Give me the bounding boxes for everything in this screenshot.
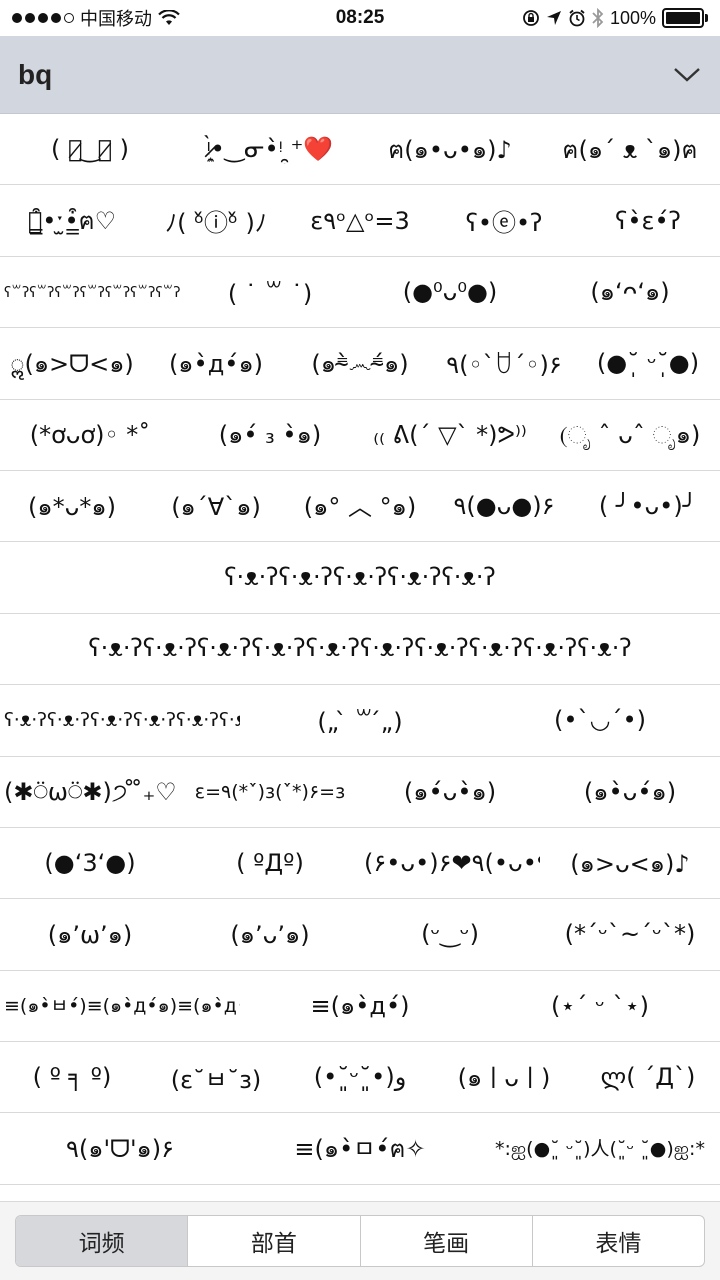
emoticon-grid: ( ꈨ̷ ͜ ꈨ̷ ) ᵎ̷̯͙̀•‿ᓂ•̀ᵎ ̯̩⁺❤️ ฅ(๑•ᴗ•๑)♪ ฅ(๑…	[0, 114, 720, 1201]
emoticon-candidate[interactable]: (๑•́ ₃ •̀๑)	[180, 415, 360, 454]
signal-strength-icon	[12, 13, 74, 23]
emoticon-candidate[interactable]: (●⁰ᴗ⁰●)	[360, 278, 540, 306]
rotation-lock-icon	[523, 10, 539, 26]
status-left: 中国移动	[12, 5, 180, 31]
emoticon-candidate[interactable]: (๑’ω’๑)	[0, 915, 180, 954]
emoticon-row: ʕ·ᴥ·ʔʕ·ᴥ·ʔʕ·ᴥ·ʔʕ·ᴥ·ʔʕ·ᴥ·ʔʕ·ᴥ·ʔʕ·ᴥ·ʔʕ·ᴥ·ʔ…	[0, 613, 720, 686]
emoticon-candidate[interactable]: ( º ╕ º)	[0, 1063, 144, 1091]
emoticon-candidate[interactable]: ( ºДº)	[180, 849, 360, 877]
emoticon-row: ʕ·ᴥ·ʔʕ·ᴥ·ʔʕ·ᴥ·ʔʕ·ᴥ·ʔʕ·ᴥ·ʔ	[0, 542, 720, 614]
emoticon-row: (๑’ω’๑) (๑’ᴗ’๑) (ᵕ‿ᵕ) (*ˊᵕˋ~ˊᵕˋ*)	[0, 899, 720, 971]
emoticon-candidate[interactable]: (๑´∀`๑)	[144, 487, 288, 526]
emoticon-candidate[interactable]: ﾉ( ᵒ̌ⓘᵒ̌ )ﾉ	[144, 203, 288, 238]
emoticon-row: ٩(๑'ᗜ'๑)۶ ≡(๑•̀ㅁ•́ฅ✧ *:ஐ(●˘͈ ᵕ˘͈)人(˘͈ᵕ ˘͈●…	[0, 1113, 720, 1185]
emoticon-candidate[interactable]: ʕ·ᴥ·ʔʕ·ᴥ·ʔʕ·ᴥ·ʔʕ·ᴥ·ʔʕ·ᴥ·ʔ	[0, 563, 720, 592]
emoticon-row: ฅ̳͒•ˑ̫•̳͒ฅ♡ ﾉ( ᵒ̌ⓘᵒ̌ )ﾉ ε٩ᵒ△ᵒ=3 ʕ•ⓔ•ʔ ʕ•̀ε•́…	[0, 185, 720, 257]
emoticon-candidate[interactable]: (๑*ᴗ*๑)	[0, 487, 144, 526]
emoticon-candidate[interactable]: ( ╯•ᴗ•)╯	[576, 492, 720, 520]
emoticon-candidate[interactable]: ʕ·ᴥ·ʔʕ·ᴥ·ʔʕ·ᴥ·ʔʕ·ᴥ·ʔʕ·ᴥ·ʔʕ·ᴥ·ʔʕ·ᴥ·ʔʕ·ᴥ·ʔ…	[0, 634, 720, 663]
emoticon-candidate[interactable]: („ ̀ ꒳ ́„)	[240, 704, 480, 736]
composing-text: bq	[18, 58, 53, 90]
emoticon-candidate[interactable]: (๑•̀д•́๑)	[144, 344, 288, 383]
emoticon-row: (*ơᴗơ)◦ *˚ (๑•́ ₃ •̀๑) ₍₍ ᕕ(´ ▽` *)ᕗ⁾⁾ (ೃ ˆ…	[0, 399, 720, 471]
emoticon-candidate[interactable]: ʕ•̀ε•́ʔ	[576, 207, 720, 235]
emoticon-candidate[interactable]: (✱⍥ω⍥✱)੭ ̊ ̊₊♡	[0, 778, 180, 806]
emoticon-candidate[interactable]: ʕ·ᴥ·ʔʕ·ᴥ·ʔʕ·ᴥ·ʔʕ·ᴥ·ʔʕ·ᴥ·ʔʕ·ᴥ·ʔ	[0, 709, 240, 732]
carrier-label: 中国移动	[80, 9, 152, 29]
tab-bar: 词频 部首 笔画 表情	[0, 1201, 720, 1280]
emoticon-row: ʕ꒳ʔʕ꒳ʔʕ꒳ʔʕ꒳ʔʕ꒳ʔʕ꒳ʔʕ꒳ʔ( ˙ ꒳ ˙) (●⁰ᴗ⁰●) (๑‘ᴖ…	[0, 256, 720, 329]
emoticon-candidate[interactable]: (๑⁼̴̀෴⁼̴́๑)	[288, 344, 432, 383]
emoticon-row: ॢ(๑>ᗜ<๑) (๑•̀д•́๑) (๑⁼̴̀෴⁼̴́๑) ٩(◦`ꇴ´◦)۶ (●˘…	[0, 328, 720, 400]
emoticon-candidate[interactable]: (ε˘ㅂ˘з)	[144, 1060, 288, 1095]
emoticon-candidate[interactable]: (๑•́ᴗ•̀๑)	[360, 772, 540, 811]
battery-icon	[662, 8, 708, 28]
emoticon-candidate[interactable]: (๑‘ᴖ‘๑)	[540, 272, 720, 311]
emoticon-candidate[interactable]: (๑ㅣᴗㅣ)	[432, 1058, 576, 1097]
emoticon-candidate[interactable]: *:ஐ(●˘͈ ᵕ˘͈)人(˘͈ᵕ ˘͈●)ஐ:*	[480, 1134, 720, 1163]
collapse-button[interactable]	[672, 60, 702, 90]
bluetooth-icon	[592, 8, 604, 28]
emoticon-candidate[interactable]: ε=٩(*´̀)з(´̀*)۶=з	[180, 781, 360, 803]
tab-0[interactable]: 词频	[16, 1216, 189, 1266]
emoticon-candidate[interactable]: ≡(๑•̀д•́)	[240, 986, 480, 1025]
emoticon-candidate[interactable]: ٩(●ᴗ●)۶	[432, 492, 576, 520]
emoticon-candidate[interactable]: (๑’ᴗ’๑)	[180, 915, 360, 954]
tab-1[interactable]: 部首	[188, 1216, 361, 1266]
emoticon-candidate[interactable]: (ᵕ‿ᵕ)	[360, 920, 540, 948]
emoticon-row: (๑*ᴗ*๑) (๑´∀`๑) (๑° ︿ °๑) ٩(●ᴗ●)۶( ╯•ᴗ•)╯	[0, 470, 720, 543]
alarm-icon	[569, 9, 585, 27]
emoticon-candidate[interactable]: ฅ̳͒•ˑ̫•̳͒ฅ♡	[0, 201, 144, 240]
emoticon-candidate[interactable]: ʕ꒳ʔʕ꒳ʔʕ꒳ʔʕ꒳ʔʕ꒳ʔʕ꒳ʔʕ꒳ʔ	[0, 283, 180, 301]
status-right: 100%	[522, 8, 708, 29]
emoticon-candidate[interactable]: ᵎ̷̯͙̀•‿ᓂ•̀ᵎ ̯̩⁺❤️	[180, 135, 360, 164]
emoticon-row: ( º ╕ º) (ε˘ㅂ˘з) (•˘͈ᵕ˘͈•)و (๑ㅣᴗㅣ) ლ( ´Д`)	[0, 1042, 720, 1114]
emoticon-row: ʕ·ᴥ·ʔʕ·ᴥ·ʔʕ·ᴥ·ʔʕ·ᴥ·ʔʕ·ᴥ·ʔʕ·ᴥ·ʔ („ ̀ ꒳ ́„)…	[0, 685, 720, 757]
tab-3[interactable]: 表情	[533, 1216, 704, 1266]
emoticon-candidate[interactable]: (๑° ︿ °๑)	[288, 487, 432, 526]
input-header: bq	[0, 36, 720, 114]
location-icon	[546, 11, 561, 25]
emoticon-candidate[interactable]: (๑>ᴗ<๑)♪	[540, 844, 720, 883]
emoticon-candidate[interactable]: ʕ•ⓔ•ʔ	[432, 203, 576, 238]
emoticon-candidate[interactable]: ฅ(๑ˊ ᴥ ˋ๑)ฅ	[540, 130, 720, 169]
emoticon-candidate[interactable]: ٩(๑'ᗜ'๑)۶	[0, 1129, 240, 1168]
emoticon-candidate[interactable]: (*ˊᵕˋ~ˊᵕˋ*)	[540, 920, 720, 948]
emoticon-candidate[interactable]: (●‘3‘●)	[0, 849, 180, 877]
emoticon-candidate[interactable]: (●˘̩̩̩̩͈ ᵕ˘̩̩̩̩͈●)	[576, 349, 720, 377]
battery-percent: 100%	[609, 7, 656, 28]
emoticon-candidate[interactable]: (ೃ ˆ ᴗˆ ೃ๑)	[540, 415, 720, 454]
emoticon-candidate[interactable]: (•`◡´•)	[480, 706, 720, 734]
emoticon-candidate[interactable]: ₍₍ ᕕ(´ ▽` *)ᕗ⁾⁾	[360, 421, 540, 449]
emoticon-candidate[interactable]: ≡(๑•̀ㅁ•́ฅ✧	[240, 1129, 480, 1168]
emoticon-candidate[interactable]: ლ( ´Д`)	[576, 1063, 720, 1091]
emoticon-candidate[interactable]: (*ơᴗơ)◦ *˚	[0, 421, 180, 449]
tab-group: 词频 部首 笔画 表情	[15, 1215, 705, 1267]
emoticon-row: (●‘3‘●)( ºДº)(۶•ᴗ•)۶❤٩(•ᴗ•٩)(๑>ᴗ<๑)♪	[0, 827, 720, 900]
emoticon-candidate[interactable]: ≡(๑•̀ㅂ•́)≡(๑•̀д•́๑)≡(๑•̀д•́	[0, 991, 240, 1021]
chevron-down-icon	[674, 67, 700, 82]
emoticon-row: (✱⍥ω⍥✱)੭ ̊ ̊₊♡ ε=٩(*´̀)з(´̀*)۶=з (๑•́ᴗ•̀๑)…	[0, 756, 720, 828]
emoticon-row: ( ꈨ̷ ͜ ꈨ̷ ) ᵎ̷̯͙̀•‿ᓂ•̀ᵎ ̯̩⁺❤️ ฅ(๑•ᴗ•๑)♪ ฅ(๑…	[0, 114, 720, 186]
emoticon-candidate[interactable]: ฅ(๑•ᴗ•๑)♪	[360, 130, 540, 169]
emoticon-candidate[interactable]: ॢ(๑>ᗜ<๑)	[0, 344, 144, 383]
emoticon-candidate[interactable]: ( ꈨ̷ ͜ ꈨ̷ )	[0, 135, 180, 163]
emoticon-candidate[interactable]: ( ˙ ꒳ ˙)	[180, 276, 360, 308]
emoticon-candidate[interactable]: (۶•ᴗ•)۶❤٩(•ᴗ•٩)	[360, 849, 540, 877]
tab-2[interactable]: 笔画	[361, 1216, 533, 1266]
emoticon-candidate[interactable]: (•˘͈ᵕ˘͈•)و	[288, 1063, 432, 1091]
emoticon-candidate[interactable]: ε٩ᵒ△ᵒ=3	[288, 207, 432, 235]
wifi-icon	[158, 10, 180, 25]
status-bar: 中国移动 08:25 100%	[0, 0, 720, 36]
emoticon-row: ≡(๑•̀ㅂ•́)≡(๑•̀д•́๑)≡(๑•̀д•́ ≡(๑•̀д•́) (⋆ˊ …	[0, 970, 720, 1043]
emoticon-candidate[interactable]: (๑•̀ᴗ•́๑)	[540, 772, 720, 811]
emoticon-candidate[interactable]: (⋆ˊ ᵕ ˋ⋆)	[480, 992, 720, 1020]
emoticon-candidate[interactable]: ٩(◦`ꇴ´◦)۶	[432, 347, 576, 379]
